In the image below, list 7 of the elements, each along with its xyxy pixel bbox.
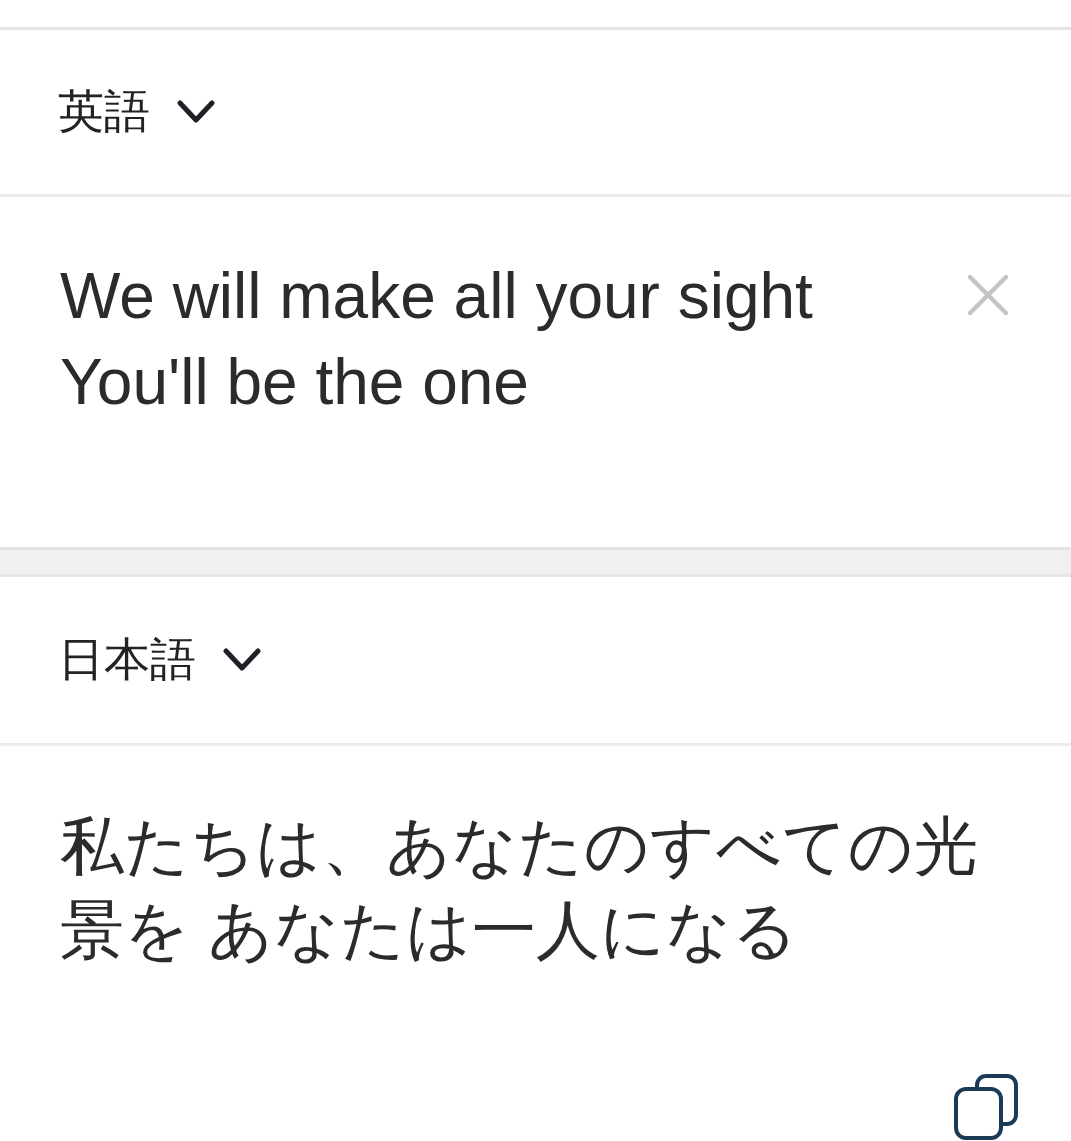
source-text-field[interactable]: We will make all your sight You'll be the one [60,253,813,425]
copy-icon[interactable] [954,1074,1018,1140]
source-language-button[interactable]: 英語 [58,84,216,140]
chevron-down-icon [222,647,262,673]
chevron-down-icon [176,99,216,125]
target-language-button[interactable]: 日本語 [58,632,262,688]
translation-text: 私たちは、あなたのすべての光景を あなたは一人になる [60,809,979,968]
